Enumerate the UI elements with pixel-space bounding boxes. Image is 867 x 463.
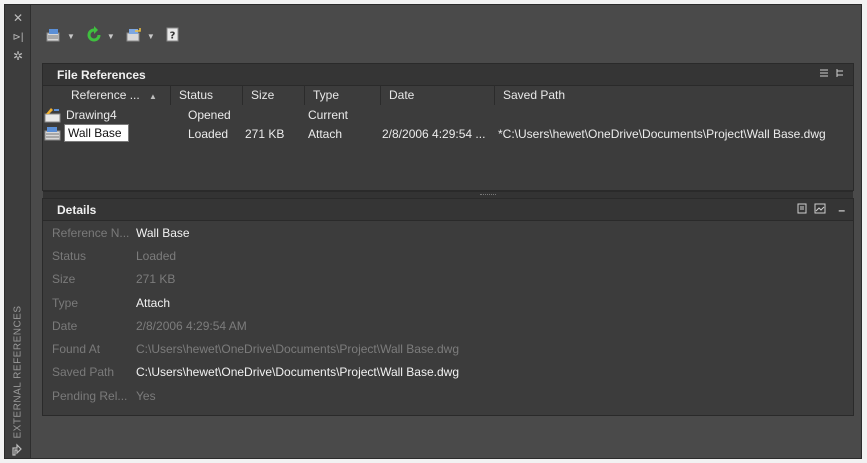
sort-ascending-icon: ▲ bbox=[149, 92, 157, 101]
pin-icon[interactable]: ⊳| bbox=[5, 31, 31, 45]
column-header-date[interactable]: Date bbox=[381, 85, 495, 105]
external-references-palette: ✕ ⊳| ✲ EXTERNAL REFERENCES ▼ ▼ ▼ ? File … bbox=[4, 4, 862, 459]
type-cell: Attach bbox=[308, 127, 343, 141]
detail-label: Type bbox=[52, 296, 79, 310]
detail-value: C:\Users\hewet\OneDrive\Documents\Projec… bbox=[136, 342, 460, 356]
close-icon[interactable]: ✕ bbox=[5, 11, 31, 25]
attach-dwg-icon bbox=[45, 27, 63, 46]
details-view-icon[interactable] bbox=[797, 203, 808, 217]
detail-value: Loaded bbox=[136, 249, 177, 263]
preview-view-icon[interactable] bbox=[814, 203, 826, 217]
file-references-header: File References bbox=[43, 64, 853, 86]
list-view-icon[interactable] bbox=[819, 68, 829, 81]
refresh-button[interactable]: ▼ bbox=[85, 25, 115, 47]
tree-view-icon[interactable] bbox=[835, 68, 845, 81]
detail-label: Reference N... bbox=[52, 226, 130, 240]
detail-label: Status bbox=[52, 249, 87, 263]
reference-name-cell[interactable]: Drawing4 bbox=[44, 107, 117, 123]
detail-value: 2/8/2006 4:29:54 AM bbox=[136, 319, 247, 333]
palette-title-label: EXTERNAL REFERENCES bbox=[12, 305, 24, 439]
palette-corner-icon[interactable] bbox=[5, 443, 31, 460]
chevron-down-icon[interactable]: ▼ bbox=[147, 32, 155, 41]
change-path-button[interactable]: ▼ bbox=[125, 27, 155, 46]
size-cell: 271 KB bbox=[245, 127, 285, 141]
detail-value: Yes bbox=[136, 389, 156, 403]
saved-path-cell: *C:\Users\hewet\OneDrive\Documents\Proje… bbox=[498, 127, 826, 141]
svg-text:?: ? bbox=[169, 30, 175, 41]
selected-reference-name[interactable]: Wall Base bbox=[64, 124, 129, 142]
collapse-details-icon[interactable]: – bbox=[838, 203, 845, 217]
attach-dwg-button[interactable]: ▼ bbox=[45, 27, 75, 46]
reference-name-cell[interactable]: Wall Base bbox=[44, 124, 129, 142]
settings-icon[interactable]: ✲ bbox=[5, 49, 31, 63]
file-references-title: File References bbox=[57, 67, 146, 82]
chevron-down-icon[interactable]: ▼ bbox=[107, 32, 115, 41]
details-title: Details bbox=[57, 202, 97, 217]
column-header-saved-path[interactable]: Saved Path bbox=[495, 85, 853, 105]
detail-label: Found At bbox=[52, 342, 101, 356]
drawing-icon bbox=[44, 107, 62, 123]
status-cell: Loaded bbox=[188, 127, 229, 141]
help-icon: ? bbox=[165, 27, 181, 46]
detail-value: Wall Base bbox=[136, 226, 190, 240]
details-header: Details – bbox=[43, 199, 853, 221]
column-header-type[interactable]: Type bbox=[305, 85, 381, 105]
chevron-down-icon[interactable]: ▼ bbox=[67, 32, 75, 41]
refresh-icon bbox=[85, 25, 103, 47]
change-path-icon bbox=[125, 27, 143, 46]
help-button[interactable]: ? bbox=[165, 27, 181, 46]
palette-title-strip: ✕ ⊳| ✲ EXTERNAL REFERENCES bbox=[5, 5, 31, 458]
detail-label: Saved Path bbox=[52, 365, 115, 379]
detail-value: Attach bbox=[136, 296, 171, 310]
type-cell: Current bbox=[308, 108, 349, 122]
column-header-status[interactable]: Status bbox=[171, 85, 243, 105]
column-header-size[interactable]: Size bbox=[243, 85, 305, 105]
detail-label: Pending Rel... bbox=[52, 389, 128, 403]
dwg-reference-icon bbox=[44, 125, 62, 141]
detail-value: 271 KB bbox=[136, 272, 176, 286]
detail-label: Size bbox=[52, 272, 76, 286]
date-cell: 2/8/2006 4:29:54 ... bbox=[382, 127, 486, 141]
xref-toolbar: ▼ ▼ ▼ ? bbox=[45, 25, 191, 47]
status-cell: Opened bbox=[188, 108, 231, 122]
detail-label: Date bbox=[52, 319, 78, 333]
detail-value: C:\Users\hewet\OneDrive\Documents\Projec… bbox=[136, 365, 460, 379]
column-header-reference-name[interactable]: Reference ... ▲ bbox=[63, 85, 171, 105]
